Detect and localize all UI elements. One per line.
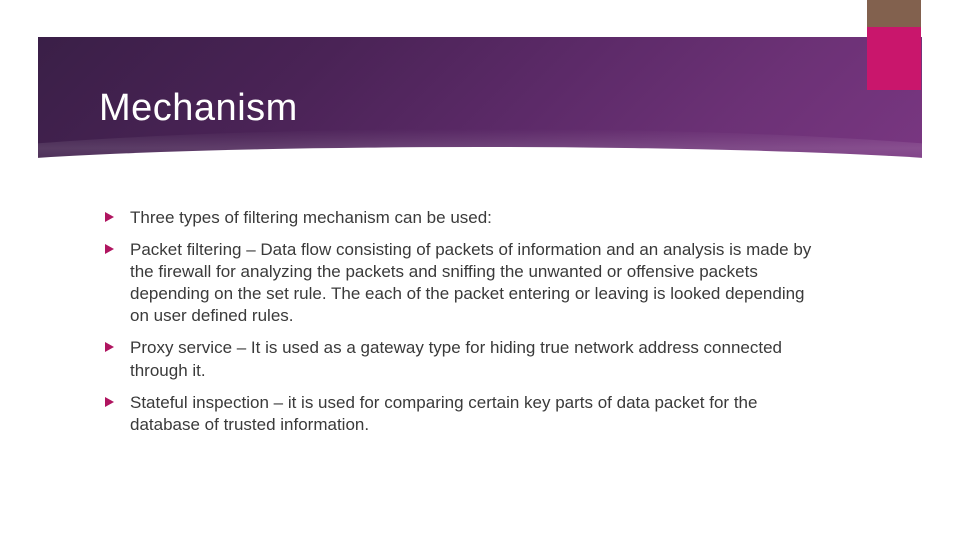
bullet-text: Three types of filtering mechanism can b… bbox=[130, 207, 492, 229]
slide-header: Mechanism bbox=[38, 37, 922, 177]
accent-overlay bbox=[867, 0, 921, 27]
play-bullet-icon bbox=[104, 341, 124, 353]
slide-container: Mechanism Three types of filtering mecha… bbox=[38, 37, 922, 540]
bullet-text: Proxy service – It is used as a gateway … bbox=[130, 337, 824, 381]
play-bullet-icon bbox=[104, 243, 124, 255]
play-bullet-icon bbox=[104, 396, 124, 408]
bullet-item: Packet filtering – Data flow consisting … bbox=[104, 239, 824, 327]
bullet-item: Proxy service – It is used as a gateway … bbox=[104, 337, 824, 381]
bullet-item: Three types of filtering mechanism can b… bbox=[104, 207, 824, 229]
slide-title: Mechanism bbox=[99, 87, 298, 130]
bullet-text: Packet filtering – Data flow consisting … bbox=[130, 239, 824, 327]
bullet-text: Stateful inspection – it is used for com… bbox=[130, 392, 824, 436]
play-bullet-icon bbox=[104, 211, 124, 223]
bullet-item: Stateful inspection – it is used for com… bbox=[104, 392, 824, 436]
slide-content: Three types of filtering mechanism can b… bbox=[104, 207, 824, 446]
header-wave-decoration bbox=[38, 129, 922, 177]
